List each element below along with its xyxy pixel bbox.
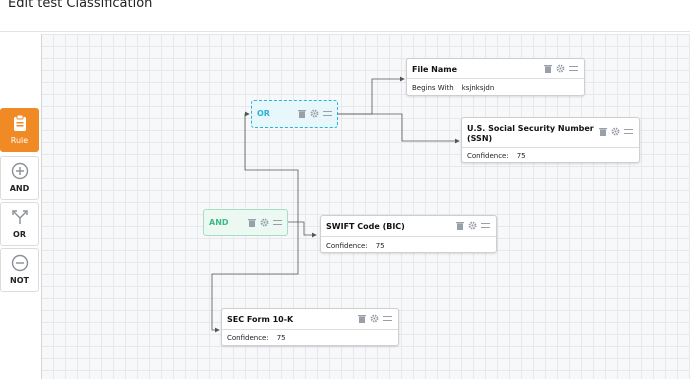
trash-icon[interactable]: [455, 221, 464, 230]
palette-not-label: NOT: [10, 276, 29, 285]
condition-value: 75: [516, 152, 526, 160]
drag-handle-icon[interactable]: [323, 109, 332, 118]
trash-icon[interactable]: [297, 109, 306, 118]
rule-actions: [455, 221, 490, 230]
condition-value: 75: [276, 334, 286, 342]
condition-label: Confidence:: [326, 242, 368, 250]
rule-title: File Name: [412, 65, 458, 74]
condition-label: Confidence:: [227, 334, 269, 342]
palette-or[interactable]: OR: [0, 202, 39, 246]
split-arrows-icon: [10, 207, 30, 227]
or-operator-node[interactable]: OR: [251, 100, 338, 128]
rule-title: U.S. Social Security Number (SSN): [467, 124, 594, 143]
header-divider: [0, 31, 690, 32]
rule-title: SWIFT Code (BIC): [326, 222, 405, 231]
rule-actions: [598, 127, 633, 136]
gear-icon[interactable]: [611, 127, 620, 136]
drag-handle-icon[interactable]: [273, 218, 282, 227]
drag-handle-icon[interactable]: [569, 64, 578, 73]
rule-actions: [357, 314, 392, 323]
palette-or-label: OR: [13, 230, 26, 239]
and-node-actions: [247, 218, 282, 227]
and-operator-node[interactable]: AND: [203, 209, 288, 236]
drag-handle-icon[interactable]: [383, 314, 392, 323]
or-node-actions: [297, 109, 332, 118]
gear-icon[interactable]: [370, 314, 379, 323]
rule-node-swift[interactable]: SWIFT Code (BIC) Confidence: 75: [320, 215, 497, 253]
classification-editor: Edit test Classification Rule AND OR NOT…: [0, 0, 690, 381]
rule-divider: [407, 78, 584, 79]
condition-label: Confidence:: [467, 152, 509, 160]
canvas-border: [41, 34, 42, 379]
or-node-label: OR: [257, 109, 270, 118]
rule-actions: [543, 64, 578, 73]
trash-icon[interactable]: [543, 64, 552, 73]
palette-and-label: AND: [9, 184, 30, 193]
rule-divider: [462, 147, 639, 148]
page-title: Edit test Classification: [8, 0, 153, 11]
palette-rule[interactable]: Rule: [0, 108, 39, 152]
clipboard-icon: [10, 113, 30, 133]
rule-condition: Confidence: 75: [326, 242, 385, 250]
condition-value: ksjnksjdn: [461, 84, 495, 92]
rule-condition: Confidence: 75: [467, 152, 526, 160]
palette-rule-label: Rule: [10, 136, 29, 145]
rule-divider: [222, 329, 398, 330]
trash-icon[interactable]: [357, 314, 366, 323]
rule-divider: [321, 236, 496, 237]
rule-node-ssn[interactable]: U.S. Social Security Number (SSN) Confid…: [461, 117, 640, 163]
drag-handle-icon[interactable]: [481, 221, 490, 230]
palette-not[interactable]: NOT: [0, 248, 39, 292]
gear-icon[interactable]: [468, 221, 477, 230]
rule-condition: Confidence: 75: [227, 334, 286, 342]
plus-circle-icon: [10, 161, 30, 181]
rule-title: SEC Form 10-K: [227, 315, 294, 324]
gear-icon[interactable]: [260, 218, 269, 227]
trash-icon[interactable]: [598, 127, 607, 136]
rule-condition: Begins With ksjnksjdn: [412, 84, 494, 92]
gear-icon[interactable]: [556, 64, 565, 73]
drag-handle-icon[interactable]: [624, 127, 633, 136]
minus-circle-icon: [10, 253, 30, 273]
gear-icon[interactable]: [310, 109, 319, 118]
palette-and[interactable]: AND: [0, 156, 39, 200]
and-node-label: AND: [209, 218, 229, 227]
trash-icon[interactable]: [247, 218, 256, 227]
rule-node-file-name[interactable]: File Name Begins With ksjnksjdn: [406, 58, 585, 96]
condition-value: 75: [375, 242, 385, 250]
condition-label: Begins With: [412, 84, 454, 92]
rule-node-sec-form[interactable]: SEC Form 10-K Confidence: 75: [221, 308, 399, 346]
